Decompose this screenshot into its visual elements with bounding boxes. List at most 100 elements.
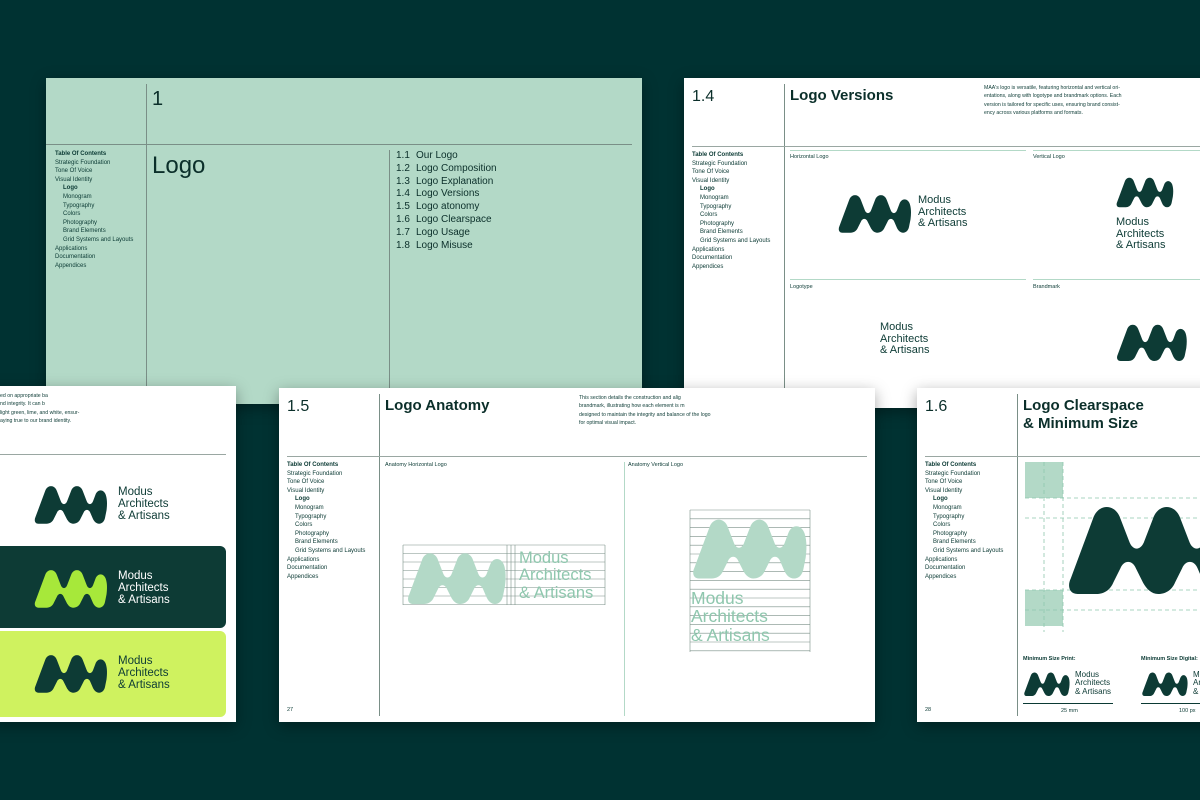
toc-item[interactable]: Applications: [55, 245, 133, 254]
brandmark-icon: [693, 519, 807, 579]
toc-item[interactable]: Typography: [55, 202, 133, 211]
section-list-item[interactable]: 1.6 Logo Clearspace: [396, 214, 497, 227]
toc-item[interactable]: Typography: [287, 513, 365, 522]
page-number-heading: 1.4: [692, 88, 715, 105]
wordmark-line: & Artisans: [918, 217, 968, 230]
page-number-heading: 1.5: [287, 398, 310, 415]
toc-item[interactable]: Applications: [287, 556, 365, 565]
toc-item[interactable]: Logo: [692, 185, 770, 194]
toc-item[interactable]: Applications: [692, 246, 770, 255]
toc-item[interactable]: Tone Of Voice: [925, 478, 1003, 487]
wordmark-line: & Artisans: [1193, 686, 1200, 696]
toc-item[interactable]: Logo: [925, 495, 1003, 504]
toc-item[interactable]: Photography: [55, 219, 133, 228]
toc-item[interactable]: Logo: [287, 495, 365, 504]
section-list-item[interactable]: 1.8 Logo Misuse: [396, 240, 497, 253]
logo-versions-page: 1.4 Logo Versions MAA's logo is versatil…: [684, 78, 1200, 408]
caption-brandmark: Brandmark: [1033, 284, 1060, 290]
section-list-item[interactable]: 1.5 Logo atonomy: [396, 201, 497, 214]
section-list-item[interactable]: 1.1 Our Logo: [396, 150, 497, 163]
toc-item[interactable]: Photography: [925, 530, 1003, 539]
toc-item[interactable]: Brand Elements: [925, 538, 1003, 547]
toc-item[interactable]: Strategic Foundation: [55, 159, 133, 168]
toc-item[interactable]: Visual Identity: [692, 177, 770, 186]
page-footer-number: 28: [925, 707, 932, 713]
paragraph-line: entations, along with logotype and brand…: [984, 93, 1122, 100]
toc-item[interactable]: Tone Of Voice: [287, 478, 365, 487]
toc-item[interactable]: Photography: [692, 220, 770, 229]
toc-item[interactable]: Typography: [692, 203, 770, 212]
table-of-contents: Table Of Contents Strategic Foundation Ton…: [925, 461, 1003, 581]
toc-item[interactable]: Monogram: [925, 504, 1003, 513]
section-list-item[interactable]: 1.3 Logo Explanation: [396, 176, 497, 189]
toc-item[interactable]: Appendices: [692, 263, 770, 272]
toc-item[interactable]: Documentation: [287, 564, 365, 573]
section-item-label: Logo Misuse: [416, 239, 473, 251]
toc-item[interactable]: Strategic Foundation: [925, 470, 1003, 479]
wordmark-line: Architects: [118, 582, 169, 595]
toc-item[interactable]: Monogram: [692, 194, 770, 203]
dimension-line: [1141, 703, 1200, 704]
section-item-number: 1.2: [396, 162, 410, 174]
toc-item[interactable]: Colors: [925, 521, 1003, 530]
paragraph-line: MAA's logo is versatile, featuring horiz…: [984, 85, 1120, 91]
section-item-number: 1.3: [396, 175, 410, 187]
toc-item[interactable]: Colors: [55, 210, 133, 219]
toc-item[interactable]: Visual Identity: [287, 487, 365, 496]
brandmark-icon: [1024, 672, 1070, 696]
toc-item[interactable]: Documentation: [55, 253, 133, 262]
toc-item[interactable]: Appendices: [925, 573, 1003, 582]
toc-item[interactable]: Grid Systems and Layouts: [692, 237, 770, 246]
section-contents-list: 1.1 Our Logo 1.2 Logo Composition 1.3 Logo Ex…: [396, 150, 497, 252]
section-item-label: Our Logo: [416, 150, 458, 161]
section-list-item[interactable]: 1.4 Logo Versions: [396, 188, 497, 201]
dimension-line: [1023, 703, 1113, 704]
header-rule: [925, 456, 1200, 457]
toc-item[interactable]: Monogram: [287, 504, 365, 513]
toc-item[interactable]: Brand Elements: [692, 228, 770, 237]
toc-item[interactable]: Brand Elements: [55, 227, 133, 236]
toc-item[interactable]: Applications: [925, 556, 1003, 565]
toc-item[interactable]: Colors: [692, 211, 770, 220]
toc-item[interactable]: Documentation: [925, 564, 1003, 573]
toc-item[interactable]: Strategic Foundation: [287, 470, 365, 479]
toc-item[interactable]: Brand Elements: [287, 538, 365, 547]
wordmark-line: Architects: [118, 667, 169, 680]
toc-item[interactable]: Visual Identity: [55, 176, 133, 185]
toc-item[interactable]: Grid Systems and Layouts: [287, 547, 365, 556]
section-list-item[interactable]: 1.7 Logo Usage: [396, 227, 497, 240]
toc-item[interactable]: Appendices: [287, 573, 365, 582]
paragraph-line: version is tailored for specific uses, e…: [984, 101, 1120, 108]
toc-item[interactable]: Photography: [287, 530, 365, 539]
toc-item[interactable]: Grid Systems and Layouts: [55, 236, 133, 245]
toc-item[interactable]: Grid Systems and Layouts: [925, 547, 1003, 556]
brandmark-icon: [838, 195, 912, 233]
toc-item[interactable]: Table Of Contents: [287, 461, 365, 470]
toc-item[interactable]: Tone Of Voice: [55, 167, 133, 176]
section-item-label: Logo Clearspace: [416, 213, 492, 225]
toc-item[interactable]: Typography: [925, 513, 1003, 522]
caption-vertical-logo: Vertical Logo: [1033, 154, 1065, 160]
logo-wordmark-cropped: ModusArchitects& Artisans: [1193, 670, 1200, 696]
section-item-label: Logo Versions: [416, 188, 480, 200]
toc-item[interactable]: Logo: [55, 184, 133, 193]
toc-item[interactable]: Monogram: [55, 193, 133, 202]
caption-horizontal-logo: Horizontal Logo: [790, 154, 829, 160]
intro-paragraph: ed on appropriate ba nd integrity. It can…: [0, 392, 79, 426]
toc-item[interactable]: Strategic Foundation: [692, 160, 770, 169]
section-list-item[interactable]: 1.2 Logo Composition: [396, 163, 497, 176]
page-footer-number: 27: [287, 707, 294, 713]
toc-item[interactable]: Table Of Contents: [925, 461, 1003, 470]
toc-item[interactable]: Table Of Contents: [55, 150, 133, 159]
toc-item[interactable]: Documentation: [692, 254, 770, 263]
toc-item[interactable]: Colors: [287, 521, 365, 530]
toc-item[interactable]: Table Of Contents: [692, 151, 770, 160]
section-item-number: 1.7: [396, 226, 410, 238]
wordmark-line: Architects: [118, 498, 169, 511]
header-rule: [46, 144, 632, 145]
toc-item[interactable]: Visual Identity: [925, 487, 1003, 496]
toc-item[interactable]: Appendices: [55, 262, 133, 271]
logo-rule: [790, 279, 1026, 280]
toc-item[interactable]: Tone Of Voice: [692, 168, 770, 177]
paragraph-line: This section details the construction an…: [579, 395, 681, 401]
